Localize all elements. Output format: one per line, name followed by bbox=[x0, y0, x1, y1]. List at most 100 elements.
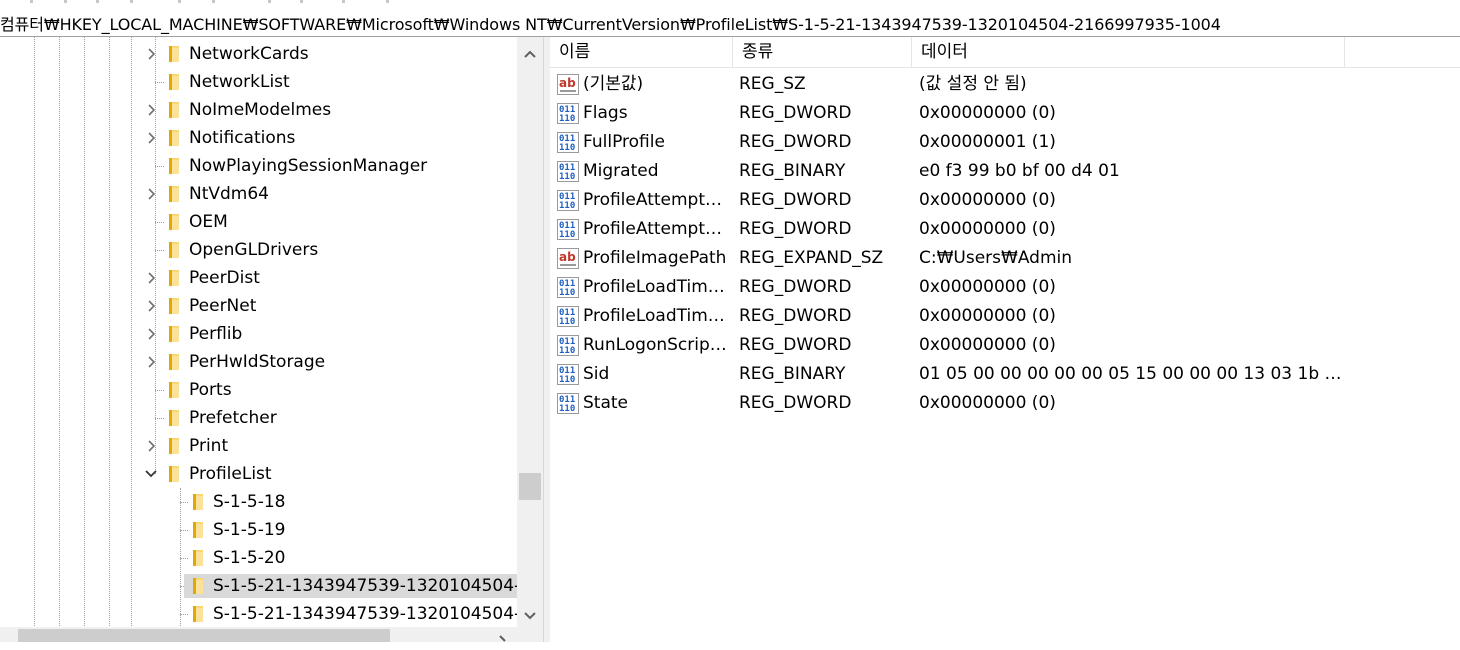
tree-item-label: NowPlayingSessionManager bbox=[189, 156, 428, 176]
tree-item-label: OpenGLDrivers bbox=[189, 240, 319, 260]
value-name: ProfileLoadTime... bbox=[583, 277, 731, 297]
value-name: (기본값) bbox=[583, 74, 644, 94]
tree-item[interactable]: ProfileList bbox=[0, 460, 517, 488]
folder-icon bbox=[166, 73, 184, 91]
string-value-icon: ab bbox=[557, 74, 579, 95]
tree-item[interactable]: S-1-5-21-1343947539-1320104504-2 bbox=[0, 572, 520, 600]
svg-text:110: 110 bbox=[559, 143, 575, 153]
svg-text:110: 110 bbox=[559, 404, 575, 414]
chevron-right-icon[interactable] bbox=[144, 355, 158, 369]
value-name: FullProfile bbox=[583, 132, 665, 152]
tree-connector bbox=[180, 530, 188, 531]
list-item[interactable]: 011 110 ProfileAttempte... REG_DWORD 0x00000… bbox=[550, 186, 1460, 215]
scroll-thumb[interactable] bbox=[519, 473, 541, 500]
svg-text:110: 110 bbox=[559, 346, 575, 356]
tree-item[interactable]: PeerNet bbox=[0, 292, 517, 320]
tree-item[interactable]: S-1-5-18 bbox=[0, 488, 517, 516]
chevron-right-icon[interactable] bbox=[144, 439, 158, 453]
tree-item[interactable]: PeerDist bbox=[0, 264, 517, 292]
column-header-name[interactable]: 이름 bbox=[550, 37, 733, 68]
chevron-right-icon[interactable] bbox=[144, 47, 158, 61]
tree-item[interactable]: NowPlayingSessionManager bbox=[0, 152, 517, 180]
list-item[interactable]: 011 110 RunLogonScript... REG_DWORD 0x000000… bbox=[550, 331, 1460, 360]
list-item[interactable]: 011 110 Migrated REG_BINARY e0 f3 99 b0 bf 0… bbox=[550, 157, 1460, 186]
binary-value-icon: 011 110 bbox=[557, 161, 579, 182]
value-type: REG_BINARY bbox=[739, 364, 846, 384]
folder-icon bbox=[166, 465, 184, 483]
tree-item[interactable]: PerHwIdStorage bbox=[0, 348, 517, 376]
folder-icon bbox=[190, 521, 208, 539]
address-bar[interactable]: 컴퓨터₩HKEY_LOCAL_MACHINE₩SOFTWARE₩Microsof… bbox=[0, 6, 1460, 37]
hscroll-thumb[interactable] bbox=[18, 629, 390, 642]
value-type: REG_DWORD bbox=[739, 190, 852, 210]
tree-item[interactable]: OEM bbox=[0, 208, 517, 236]
chevron-right-icon[interactable] bbox=[144, 271, 158, 285]
chevron-right-icon[interactable] bbox=[144, 131, 158, 145]
folder-icon bbox=[166, 325, 184, 343]
chevron-right-icon[interactable] bbox=[144, 187, 158, 201]
chevron-right-icon[interactable] bbox=[144, 299, 158, 313]
tree-connector bbox=[155, 418, 164, 419]
tree-item[interactable]: OpenGLDrivers bbox=[0, 236, 517, 264]
list-item[interactable]: 011 110 ProfileLoadTime... REG_DWORD 0x00000… bbox=[550, 273, 1460, 302]
tree-item-label: ProfileList bbox=[189, 464, 272, 484]
binary-value-icon: 011 110 bbox=[557, 364, 579, 385]
tree-item[interactable]: S-1-5-20 bbox=[0, 544, 517, 572]
value-list[interactable]: 이름 종류 데이터 ab (기본값) REG_SZ (값 설정 안 됨) 011 110 F… bbox=[550, 37, 1460, 642]
value-data: 0x00000000 (0) bbox=[919, 103, 1056, 123]
tree-item[interactable]: NetworkList bbox=[0, 68, 517, 96]
tree-item[interactable]: Ports bbox=[0, 376, 517, 404]
scroll-up-icon[interactable] bbox=[523, 46, 537, 60]
chevron-right-icon[interactable] bbox=[144, 103, 158, 117]
tree-item[interactable]: S-1-5-21-1343947539-1320104504-2 bbox=[0, 600, 531, 628]
pane-splitter[interactable] bbox=[543, 37, 550, 642]
value-type: REG_DWORD bbox=[739, 219, 852, 239]
tree-item-label: PerHwIdStorage bbox=[189, 352, 326, 372]
tree-item-label: Print bbox=[189, 436, 229, 456]
list-item[interactable]: 011 110 FullProfile REG_DWORD 0x00000001 (1) bbox=[550, 128, 1460, 157]
tree-item[interactable]: Prefetcher bbox=[0, 404, 517, 432]
value-name: Flags bbox=[583, 103, 628, 123]
list-item[interactable]: ab ProfileImagePath REG_EXPAND_SZ C:₩Users₩… bbox=[550, 244, 1460, 273]
column-header-type[interactable]: 종류 bbox=[733, 37, 912, 68]
binary-value-icon: 011 110 bbox=[557, 103, 579, 124]
list-item[interactable]: 011 110 State REG_DWORD 0x00000000 (0) bbox=[550, 389, 1460, 418]
svg-text:ab: ab bbox=[559, 250, 576, 264]
svg-text:110: 110 bbox=[559, 114, 575, 124]
folder-icon bbox=[166, 157, 184, 175]
tree-item[interactable]: NetworkCards bbox=[0, 40, 517, 68]
binary-value-icon: 011 110 bbox=[557, 335, 579, 356]
scroll-down-icon[interactable] bbox=[523, 608, 537, 622]
key-tree[interactable]: NetworkCards NetworkList NoImeModelmes Noti… bbox=[0, 37, 543, 642]
tree-connector bbox=[155, 222, 164, 223]
svg-text:110: 110 bbox=[559, 172, 575, 182]
chevron-right-icon[interactable] bbox=[144, 327, 158, 341]
scroll-right-icon[interactable] bbox=[496, 631, 510, 642]
folder-icon bbox=[166, 269, 184, 287]
list-item[interactable]: 011 110 ProfileLoadTime... REG_DWORD 0x00000… bbox=[550, 302, 1460, 331]
list-item[interactable]: 011 110 Flags REG_DWORD 0x00000000 (0) bbox=[550, 99, 1460, 128]
tree-item[interactable]: NtVdm64 bbox=[0, 180, 517, 208]
column-header-data[interactable]: 데이터 bbox=[912, 37, 1345, 68]
folder-icon bbox=[166, 437, 184, 455]
tree-item[interactable]: NoImeModelmes bbox=[0, 96, 517, 124]
value-data: 01 05 00 00 00 00 00 05 15 00 00 00 13 0… bbox=[919, 364, 1344, 384]
tree-item-label: Perflib bbox=[189, 324, 243, 344]
svg-text:110: 110 bbox=[559, 201, 575, 211]
list-item[interactable]: 011 110 Sid REG_BINARY 01 05 00 00 00 00 00 … bbox=[550, 360, 1460, 389]
tree-item-label: NtVdm64 bbox=[189, 184, 269, 204]
tree-horizontal-scrollbar[interactable] bbox=[0, 627, 517, 642]
scrollbar-corner bbox=[517, 627, 543, 642]
tree-item[interactable]: Perflib bbox=[0, 320, 517, 348]
tree-item[interactable]: Print bbox=[0, 432, 517, 460]
list-item[interactable]: 011 110 ProfileAttempte... REG_DWORD 0x00000… bbox=[550, 215, 1460, 244]
tree-item-label: NetworkCards bbox=[189, 44, 309, 64]
value-type: REG_DWORD bbox=[739, 103, 852, 123]
address-path: 컴퓨터₩HKEY_LOCAL_MACHINE₩SOFTWARE₩Microsof… bbox=[0, 15, 1221, 34]
tree-vertical-scrollbar[interactable] bbox=[517, 37, 543, 627]
list-item[interactable]: ab (기본값) REG_SZ (값 설정 안 됨) bbox=[550, 70, 1460, 99]
tree-item[interactable]: S-1-5-19 bbox=[0, 516, 517, 544]
value-data: (값 설정 안 됨) bbox=[919, 74, 1027, 94]
tree-item[interactable]: Notifications bbox=[0, 124, 517, 152]
chevron-down-icon[interactable] bbox=[144, 467, 158, 481]
